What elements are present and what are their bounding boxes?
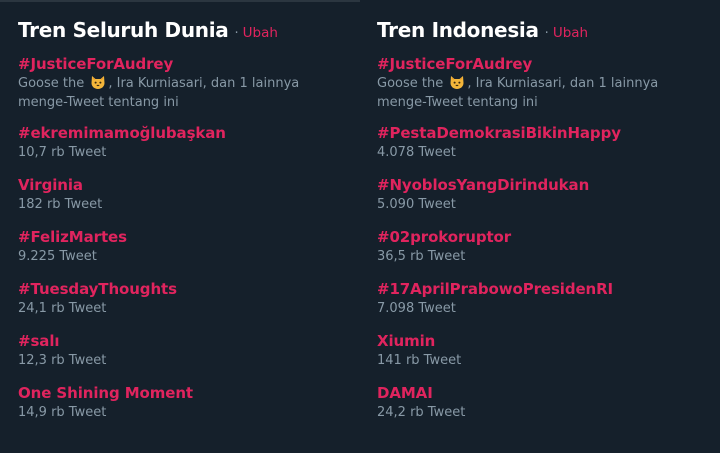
trend-context-suffix: , Ira Kurniasari, dan 1 lainnya bbox=[108, 76, 300, 91]
tweet-count: 7.098 Tweet bbox=[377, 301, 456, 316]
tweet-count: 36,5 rb Tweet bbox=[377, 249, 466, 264]
trend-item[interactable]: #PestaDemokrasiBikinHappy 4.078 Tweet bbox=[377, 124, 702, 162]
trend-name[interactable]: #17AprilPrabowoPresidenRI bbox=[377, 280, 702, 299]
tweet-count: 141 rb Tweet bbox=[377, 353, 462, 368]
trend-item[interactable]: #JusticeForAudrey Goose the , Ira Kurnia… bbox=[377, 55, 702, 112]
trend-context-prefix: Goose the bbox=[18, 76, 85, 91]
trend-name[interactable]: #TuesdayThoughts bbox=[18, 280, 342, 299]
tweet-count: 9.225 Tweet bbox=[18, 249, 97, 264]
tweet-count: 12,3 rb Tweet bbox=[18, 353, 107, 368]
trend-name[interactable]: Xiumin bbox=[377, 332, 702, 351]
cat-emoji-icon bbox=[90, 74, 106, 90]
indonesia-trends-title: Tren Indonesia bbox=[377, 18, 539, 42]
tweet-count: 182 rb Tweet bbox=[18, 197, 103, 212]
trend-name[interactable]: Virginia bbox=[18, 176, 342, 195]
tweet-count: 24,1 rb Tweet bbox=[18, 301, 107, 316]
trend-item[interactable]: #JusticeForAudrey Goose the , Ira Kurnia… bbox=[18, 55, 342, 112]
trend-context-prefix: Goose the bbox=[377, 76, 444, 91]
trend-name[interactable]: #salı bbox=[18, 332, 342, 351]
trend-item[interactable]: #TuesdayThoughts 24,1 rb Tweet bbox=[18, 280, 342, 318]
trend-name[interactable]: #ekremimamoğlubaşkan bbox=[18, 124, 342, 143]
trend-item[interactable]: DAMAI 24,2 rb Tweet bbox=[377, 384, 702, 422]
trend-item[interactable]: #salı 12,3 rb Tweet bbox=[18, 332, 342, 370]
tweet-count: 4.078 Tweet bbox=[377, 145, 456, 160]
trend-name[interactable]: #02prokoruptor bbox=[377, 228, 702, 247]
trend-item[interactable]: #ekremimamoğlubaşkan 10,7 rb Tweet bbox=[18, 124, 342, 162]
trend-name[interactable]: #NyoblosYangDirindukan bbox=[377, 176, 702, 195]
tweet-count: 10,7 rb Tweet bbox=[18, 145, 107, 160]
trend-item[interactable]: Xiumin 141 rb Tweet bbox=[377, 332, 702, 370]
trend-name[interactable]: #JusticeForAudrey bbox=[377, 55, 702, 74]
trend-item[interactable]: One Shining Moment 14,9 rb Tweet bbox=[18, 384, 342, 422]
trend-context: Goose the , Ira Kurniasari, dan 1 lainny… bbox=[377, 74, 702, 93]
tweet-count: 5.090 Tweet bbox=[377, 197, 456, 212]
indonesia-trends-panel: Tren Indonesia · Ubah #JusticeForAudrey … bbox=[360, 0, 720, 453]
trend-item[interactable]: #17AprilPrabowoPresidenRI 7.098 Tweet bbox=[377, 280, 702, 318]
indonesia-trends-header: Tren Indonesia · Ubah bbox=[377, 18, 702, 42]
trend-item[interactable]: #FelizMartes 9.225 Tweet bbox=[18, 228, 342, 266]
tweet-count: 24,2 rb Tweet bbox=[377, 405, 466, 420]
trend-context: Goose the , Ira Kurniasari, dan 1 lainny… bbox=[18, 74, 342, 93]
change-location-link[interactable]: Ubah bbox=[243, 25, 278, 41]
header-separator: · bbox=[544, 26, 549, 41]
header-separator: · bbox=[234, 26, 239, 41]
trend-context-line2: menge-Tweet tentang ini bbox=[377, 95, 538, 110]
trend-name[interactable]: #FelizMartes bbox=[18, 228, 342, 247]
change-location-link[interactable]: Ubah bbox=[553, 25, 588, 41]
top-divider bbox=[0, 0, 360, 2]
worldwide-trends-panel: Tren Seluruh Dunia · Ubah #JusticeForAud… bbox=[0, 0, 360, 453]
trend-item[interactable]: #02prokoruptor 36,5 rb Tweet bbox=[377, 228, 702, 266]
tweet-count: 14,9 rb Tweet bbox=[18, 405, 107, 420]
trend-name[interactable]: DAMAI bbox=[377, 384, 702, 403]
trends-screenshot: Tren Seluruh Dunia · Ubah #JusticeForAud… bbox=[0, 0, 720, 453]
trend-name[interactable]: #JusticeForAudrey bbox=[18, 55, 342, 74]
trend-item[interactable]: #NyoblosYangDirindukan 5.090 Tweet bbox=[377, 176, 702, 214]
trend-name[interactable]: #PestaDemokrasiBikinHappy bbox=[377, 124, 702, 143]
worldwide-trends-title: Tren Seluruh Dunia bbox=[18, 18, 229, 42]
cat-emoji-icon bbox=[449, 74, 465, 90]
trend-context-suffix: , Ira Kurniasari, dan 1 lainnya bbox=[467, 76, 659, 91]
trend-context-line2: menge-Tweet tentang ini bbox=[18, 95, 179, 110]
trend-item[interactable]: Virginia 182 rb Tweet bbox=[18, 176, 342, 214]
trend-name[interactable]: One Shining Moment bbox=[18, 384, 342, 403]
worldwide-trends-header: Tren Seluruh Dunia · Ubah bbox=[18, 18, 342, 42]
